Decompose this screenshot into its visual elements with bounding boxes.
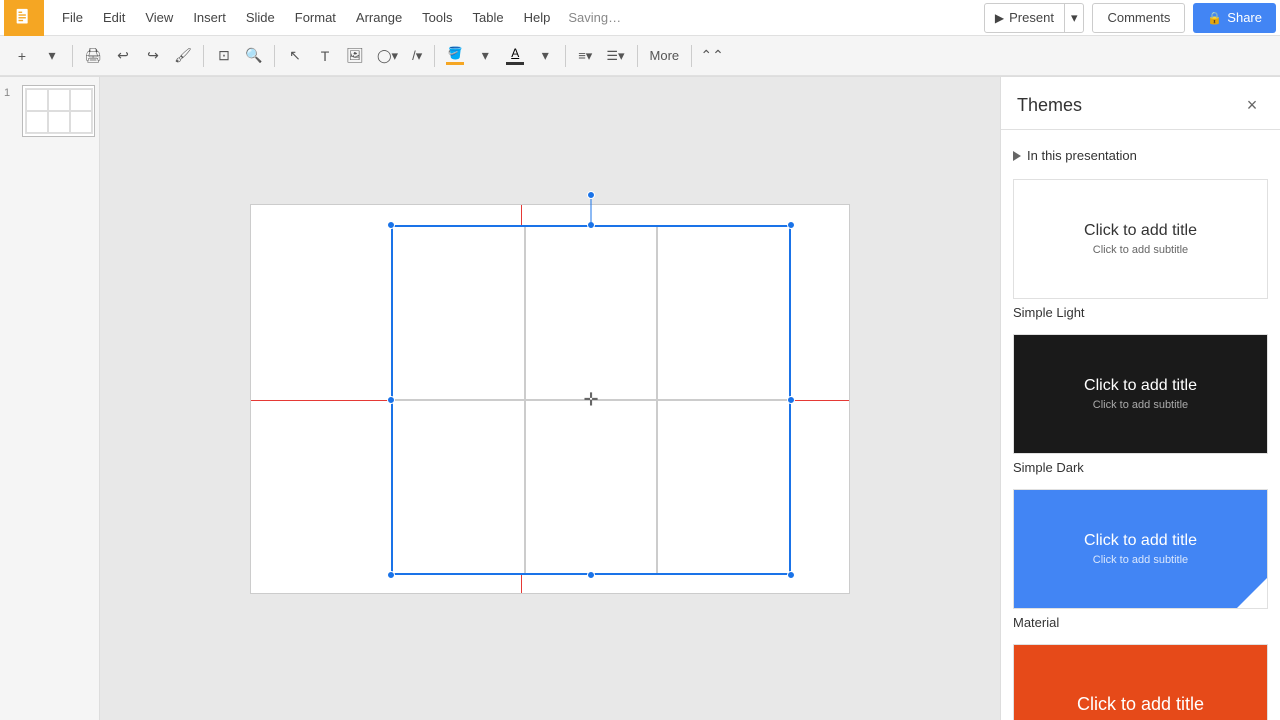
menu-help[interactable]: Help (514, 4, 561, 31)
tb-align[interactable]: ≡▾ (572, 42, 598, 70)
theme-preview-title-material: Click to add title (1084, 532, 1197, 550)
slide-thumbnail[interactable] (22, 85, 95, 137)
tb-sep-7 (691, 45, 692, 67)
theme-preview-title-orange: Click to add title (1077, 694, 1204, 715)
menu-edit[interactable]: Edit (93, 4, 135, 31)
tb-add-btn[interactable]: + (8, 42, 36, 70)
slides-panel: 1 (0, 77, 100, 720)
menu-file[interactable]: File (52, 4, 93, 31)
theme-name-material: Material (1013, 615, 1268, 630)
theme-item-simple-dark[interactable]: Click to add title Click to add subtitle… (1013, 334, 1268, 475)
menu-slide[interactable]: Slide (236, 4, 285, 31)
tb-sep-1 (72, 45, 73, 67)
present-button-dropdown[interactable]: ▾ (1065, 4, 1084, 32)
theme-preview-subtitle-simple-dark: Click to add subtitle (1093, 399, 1188, 411)
tb-sep-4 (434, 45, 435, 67)
comments-button[interactable]: Comments (1092, 3, 1185, 33)
theme-preview-simple-light[interactable]: Click to add title Click to add subtitle (1013, 179, 1268, 299)
canvas-area[interactable]: ✛ (100, 77, 1000, 720)
tb-redo[interactable]: ↪ (139, 42, 167, 70)
tb-sep-3 (274, 45, 275, 67)
tb-zoom[interactable]: 🔍 (240, 42, 268, 70)
slide-thumb-preview (25, 88, 93, 134)
in-presentation-item[interactable]: In this presentation (1013, 142, 1268, 169)
themes-title: Themes (1017, 95, 1082, 116)
theme-preview-orange[interactable]: Click to add title (1013, 644, 1268, 720)
in-presentation-arrow (1013, 151, 1021, 161)
present-button-main[interactable]: ▶ Present (985, 4, 1065, 32)
themes-close-button[interactable]: × (1240, 93, 1264, 117)
tb-sep-6 (637, 45, 638, 67)
theme-preview-simple-dark[interactable]: Click to add title Click to add subtitle (1013, 334, 1268, 454)
themes-header: Themes × (1001, 77, 1280, 130)
tb-cursor[interactable]: ↖ (281, 42, 309, 70)
tb-sep-5 (565, 45, 566, 67)
tb-line-color[interactable]: A (501, 42, 529, 70)
theme-preview-title-simple-dark: Click to add title (1084, 377, 1197, 395)
table-grid[interactable] (391, 225, 791, 575)
theme-name-simple-light: Simple Light (1013, 305, 1268, 320)
theme-preview-title-simple-light: Click to add title (1084, 222, 1197, 240)
tb-paint[interactable]: 🖌 (169, 42, 197, 70)
table-cell-r2c2[interactable] (525, 400, 658, 574)
table-cell-r2c3[interactable] (657, 400, 790, 574)
slide-thumbnail-container: 1 (4, 85, 95, 137)
tb-text[interactable]: T (311, 42, 339, 70)
tb-list[interactable]: ☰▾ (600, 42, 630, 70)
app-logo[interactable] (4, 0, 44, 36)
tb-image[interactable]: 🖼 (341, 42, 369, 70)
theme-preview-subtitle-simple-light: Click to add subtitle (1093, 244, 1188, 256)
tb-line-dropdown[interactable]: ▾ (531, 42, 559, 70)
table-cell-r1c1[interactable] (392, 226, 525, 400)
theme-name-simple-dark: Simple Dark (1013, 460, 1268, 475)
menu-view[interactable]: View (135, 4, 183, 31)
slide-number: 1 (4, 85, 18, 99)
header-right: ▶ Present ▾ Comments 🔒 Share (984, 3, 1276, 33)
table-cell-r1c2[interactable] (525, 226, 658, 400)
tb-more[interactable]: More (644, 42, 686, 70)
top-bar: File Edit View Insert Slide Format Arran… (0, 0, 1280, 77)
tb-zoom-fit[interactable]: ⊡ (210, 42, 238, 70)
tb-fill-dropdown[interactable]: ▾ (471, 42, 499, 70)
table-cell-r2c1[interactable] (392, 400, 525, 574)
toolbar: + ▾ 🖨 ↩ ↪ 🖌 ⊡ 🔍 ↖ T 🖼 ◯▾ /▾ 🪣 ▾ A ▾ ≡▾ ☰… (0, 36, 1280, 76)
theme-preview-subtitle-material: Click to add subtitle (1093, 554, 1188, 566)
tb-shapes[interactable]: ◯▾ (371, 42, 404, 70)
theme-preview-material[interactable]: Click to add title Click to add subtitle (1013, 489, 1268, 609)
main-area: 1 (0, 77, 1280, 720)
themes-panel: Themes × In this presentation Click to a… (1000, 77, 1280, 720)
themes-body: In this presentation Click to add title … (1001, 130, 1280, 720)
share-button[interactable]: 🔒 Share (1193, 3, 1276, 33)
menu-format[interactable]: Format (285, 4, 346, 31)
tb-line[interactable]: /▾ (406, 42, 428, 70)
menu-insert[interactable]: Insert (183, 4, 236, 31)
tb-collapse[interactable]: ⌃⌃ (698, 42, 726, 70)
theme-material-corner (1237, 578, 1267, 608)
menu-table[interactable]: Table (463, 4, 514, 31)
menu-arrange[interactable]: Arrange (346, 4, 412, 31)
present-label: Present (1009, 10, 1054, 25)
saving-status: Saving… (568, 10, 621, 25)
table-cell-r1c3[interactable] (657, 226, 790, 400)
present-button[interactable]: ▶ Present ▾ (984, 3, 1085, 33)
tb-undo[interactable]: ↩ (109, 42, 137, 70)
tb-print[interactable]: 🖨 (79, 42, 107, 70)
theme-item-simple-light[interactable]: Click to add title Click to add subtitle… (1013, 179, 1268, 320)
tb-add-dropdown[interactable]: ▾ (38, 42, 66, 70)
in-presentation-label: In this presentation (1027, 148, 1137, 163)
theme-item-material[interactable]: Click to add title Click to add subtitle… (1013, 489, 1268, 630)
menu-tools[interactable]: Tools (412, 4, 462, 31)
theme-item-orange[interactable]: Click to add title (1013, 644, 1268, 720)
menu-bar: File Edit View Insert Slide Format Arran… (0, 0, 1280, 36)
slide-canvas[interactable]: ✛ (250, 204, 850, 594)
handle-top-line (591, 195, 592, 225)
handle-top-center[interactable] (587, 191, 595, 199)
table-container[interactable]: ✛ (391, 225, 791, 575)
tb-fill-color[interactable]: 🪣 (441, 42, 469, 70)
tb-sep-2 (203, 45, 204, 67)
